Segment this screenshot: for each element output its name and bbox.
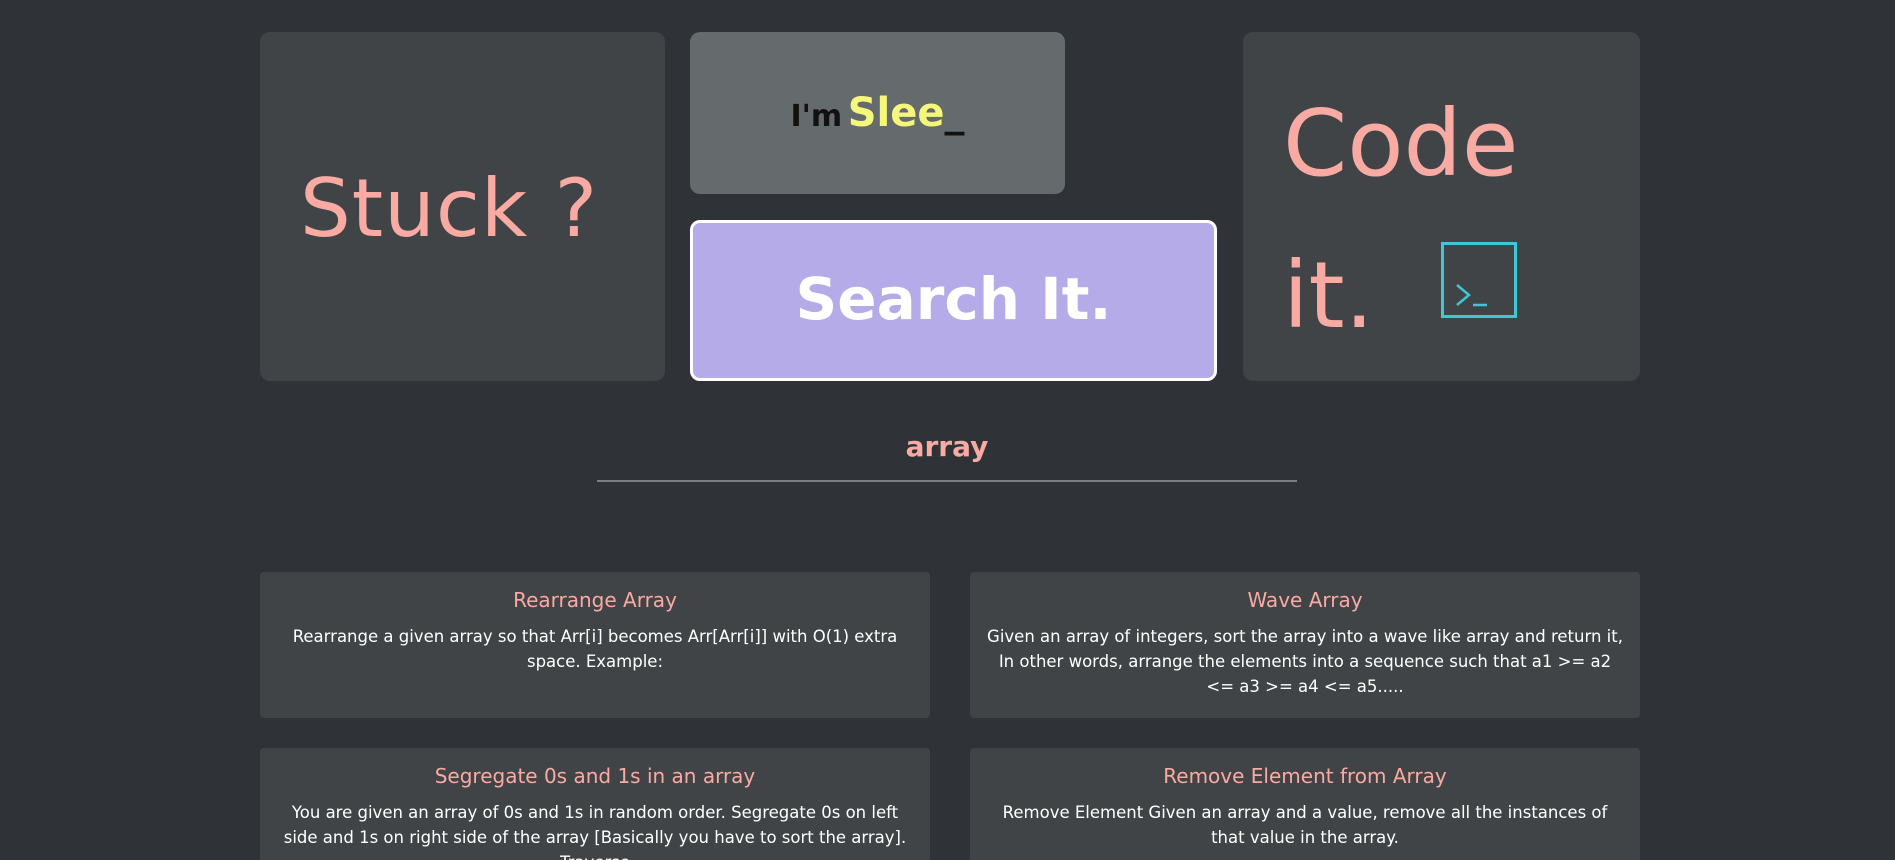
problem-title[interactable]: Segregate 0s and 1s in an array (274, 764, 916, 788)
topic-divider (597, 480, 1297, 482)
typewriter-cursor: _ (944, 90, 965, 136)
stuck-heading: Stuck ? (300, 162, 599, 255)
search-button[interactable]: Search It. (690, 220, 1217, 381)
terminal-icon[interactable] (1441, 242, 1517, 318)
problem-description: Rearrange a given array so that Arr[i] b… (292, 627, 898, 671)
code-heading-line1: Code (1283, 90, 1519, 197)
terminal-prompt-glyph (1456, 284, 1487, 307)
typewriter-card: I'm Slee_ (690, 32, 1065, 194)
topic-title: array (905, 430, 989, 463)
problem-card[interactable]: Segregate 0s and 1s in an array You are … (260, 748, 930, 860)
problem-title[interactable]: Remove Element from Array (984, 764, 1626, 788)
typewriter-line: I'm Slee_ (690, 90, 1065, 136)
problem-card[interactable]: Remove Element from Array Remove Element… (970, 748, 1640, 860)
problem-description: You are given an array of 0s and 1s in r… (283, 803, 907, 860)
problem-description: Given an array of integers, sort the arr… (987, 627, 1623, 696)
problem-title[interactable]: Wave Array (984, 588, 1626, 612)
problem-description: Remove Element Given an array and a valu… (1002, 803, 1608, 847)
typewriter-word: Slee (847, 90, 945, 136)
problem-card[interactable]: Wave Array Given an array of integers, s… (970, 572, 1640, 718)
problem-title[interactable]: Rearrange Array (274, 588, 916, 612)
stuck-card: Stuck ? (260, 32, 665, 381)
search-button-label: Search It. (795, 265, 1112, 333)
code-heading-line2: it. (1283, 242, 1374, 349)
page: Stuck ? I'm Slee_ Search It. Code it. ar… (0, 0, 1895, 860)
typewriter-prefix: I'm (790, 99, 843, 134)
code-card: Code it. (1243, 32, 1640, 381)
problem-card[interactable]: Rearrange Array Rearrange a given array … (260, 572, 930, 718)
